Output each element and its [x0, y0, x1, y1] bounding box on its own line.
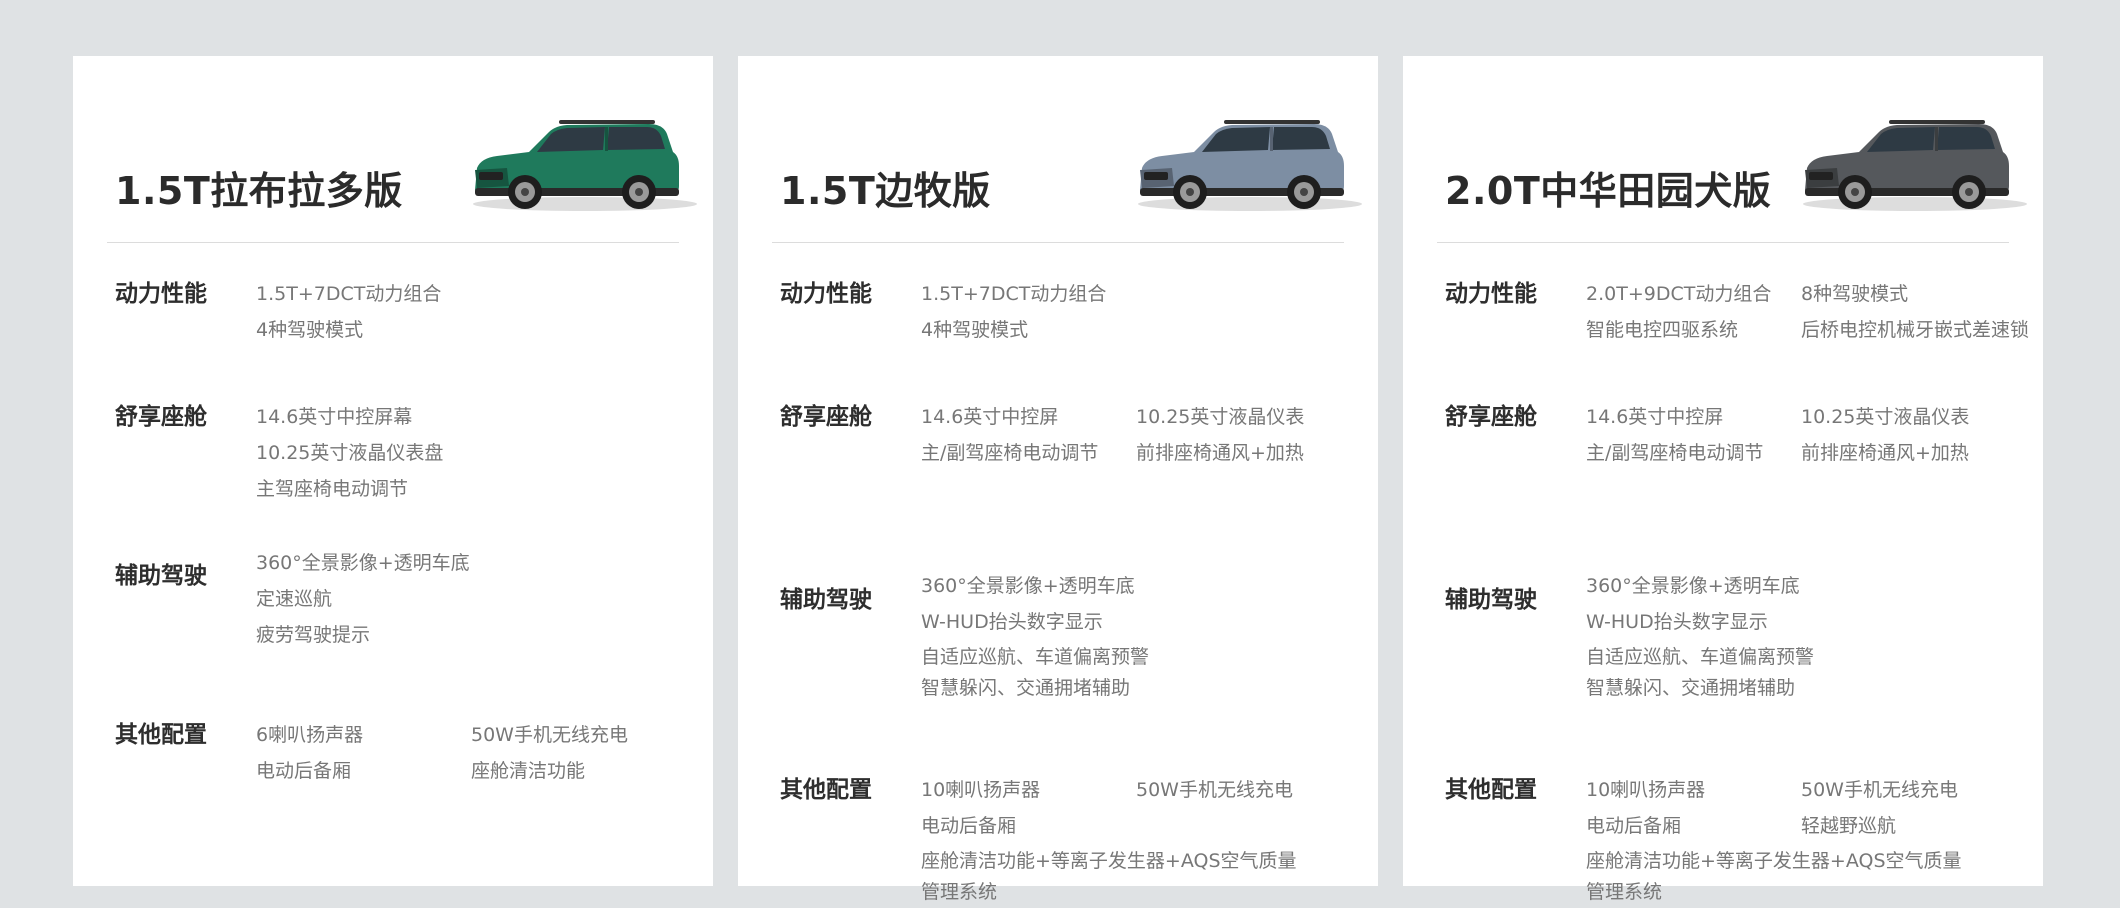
- feature-item: 1.5T+7DCT动力组合: [921, 283, 1107, 305]
- feature-item: 2.0T+9DCT动力组合: [1586, 283, 1772, 305]
- feature-item: 座舱清洁功能: [471, 760, 586, 782]
- feature-list: 360°全景影像+透明车底 定速巡航 疲劳驾驶提示: [256, 545, 716, 653]
- feature-item: 4种驾驶模式: [921, 319, 1029, 341]
- section-title: 动力性能: [780, 281, 872, 307]
- feature-item: 自适应巡航、车道偏离预警: [1586, 646, 1815, 668]
- car-image: [1803, 120, 2027, 211]
- feature-item: 前排座椅通风+加热: [1801, 442, 1969, 464]
- feature-list: 14.6英寸中控屏幕 10.25英寸液晶仪表盘 主驾座椅电动调节: [256, 399, 716, 507]
- section-title: 其他配置: [115, 722, 207, 748]
- feature-item: 360°全景影像+透明车底: [256, 552, 470, 574]
- trim-card-border-collie: 1.5T边牧版 动力性能 1.5T+7DCT动力组合 4种驾驶模式 舒享座舱 1…: [738, 56, 1381, 903]
- feature-item: 10.25英寸液晶仪表盘: [256, 442, 444, 464]
- section-title: 动力性能: [115, 281, 207, 307]
- feature-list: 14.6英寸中控屏 10.25英寸液晶仪表 主/副驾座椅电动调节 前排座椅通风+…: [1586, 399, 2046, 471]
- feature-list: 10喇叭扬声器 50W手机无线充电 电动后备厢 座舱清洁功能+等离子发生器+AQ…: [921, 772, 1381, 908]
- feature-item: 50W手机无线充电: [471, 724, 628, 746]
- feature-list: 14.6英寸中控屏 10.25英寸液晶仪表 主/副驾座椅电动调节 前排座椅通风+…: [921, 399, 1381, 471]
- feature-list: 1.5T+7DCT动力组合 4种驾驶模式: [256, 276, 716, 348]
- section-title: 其他配置: [1445, 777, 1537, 803]
- section-title: 舒享座舱: [780, 404, 872, 430]
- section-title: 辅助驾驶: [780, 587, 872, 613]
- feature-item: 前排座椅通风+加热: [1136, 442, 1304, 464]
- feature-item: 10喇叭扬声器: [921, 779, 1041, 801]
- feature-item: 电动后备厢: [1586, 815, 1682, 837]
- feature-item: [1136, 808, 1376, 844]
- feature-item: 智慧躲闪、交通拥堵辅助: [921, 677, 1131, 699]
- feature-item: W-HUD抬头数字显示: [1586, 611, 1768, 633]
- feature-item: 360°全景影像+透明车底: [1586, 575, 1800, 597]
- trim-title: 1.5T边牧版: [780, 169, 991, 213]
- feature-list: 10喇叭扬声器 50W手机无线充电 电动后备厢 轻越野巡航 座舱清洁功能+等离子…: [1586, 772, 2046, 908]
- trim-title: 2.0T中华田园犬版: [1445, 169, 1772, 213]
- section-title: 舒享座舱: [115, 404, 207, 430]
- trim-card-chinese-rural-dog: 2.0T中华田园犬版 动力性能 2.0T+9DCT动力组合 8种驾驶模式 智能电…: [1403, 56, 2046, 903]
- section-title: 辅助驾驶: [115, 563, 207, 589]
- feature-list: 6喇叭扬声器 50W手机无线充电 电动后备厢 座舱清洁功能: [256, 717, 716, 789]
- feature-item: 14.6英寸中控屏: [1586, 406, 1724, 428]
- feature-item: 定速巡航: [256, 588, 333, 610]
- feature-item: 10.25英寸液晶仪表: [1801, 406, 1970, 428]
- feature-item: 14.6英寸中控屏: [921, 406, 1059, 428]
- feature-item: 50W手机无线充电: [1801, 779, 1958, 801]
- feature-item: 轻越野巡航: [1801, 815, 1897, 837]
- divider: [1437, 242, 2009, 243]
- feature-item: W-HUD抬头数字显示: [921, 611, 1103, 633]
- feature-item: 10.25英寸液晶仪表: [1136, 406, 1305, 428]
- feature-list: 2.0T+9DCT动力组合 8种驾驶模式 智能电控四驱系统 后桥电控机械牙嵌式差…: [1586, 276, 2046, 348]
- feature-item: 14.6英寸中控屏幕: [256, 406, 413, 428]
- feature-item: 6喇叭扬声器: [256, 724, 364, 746]
- trim-title: 1.5T拉布拉多版: [115, 169, 403, 213]
- feature-item: 座舱清洁功能+等离子发生器+AQS空气质量管理系统: [921, 850, 1297, 903]
- feature-item: 10喇叭扬声器: [1586, 779, 1706, 801]
- feature-item: 主/副驾座椅电动调节: [921, 442, 1099, 464]
- feature-item: 智能电控四驱系统: [1586, 319, 1739, 341]
- feature-list: 360°全景影像+透明车底 W-HUD抬头数字显示 自适应巡航、车道偏离预警 智…: [1586, 568, 2046, 702]
- section-title: 舒享座舱: [1445, 404, 1537, 430]
- feature-item: 8种驾驶模式: [1801, 283, 1909, 305]
- section-title: 辅助驾驶: [1445, 587, 1537, 613]
- feature-list: 1.5T+7DCT动力组合 4种驾驶模式: [921, 276, 1381, 348]
- feature-item: 自适应巡航、车道偏离预警: [921, 646, 1150, 668]
- trim-card-labrador: 1.5T拉布拉多版 动力性能 1.5T+7DCT动力组合 4种驾驶模式 舒享座舱…: [73, 56, 713, 886]
- feature-item: 主驾座椅电动调节: [256, 478, 409, 500]
- divider: [107, 242, 679, 243]
- feature-item: 主/副驾座椅电动调节: [1586, 442, 1764, 464]
- feature-item: 电动后备厢: [921, 815, 1017, 837]
- feature-item: 智慧躲闪、交通拥堵辅助: [1586, 677, 1796, 699]
- car-image: [1138, 120, 1362, 211]
- divider: [772, 242, 1344, 243]
- feature-item: 4种驾驶模式: [256, 319, 364, 341]
- feature-item: 后桥电控机械牙嵌式差速锁: [1801, 319, 2030, 341]
- feature-item: 电动后备厢: [256, 760, 352, 782]
- car-image: [473, 120, 697, 211]
- feature-item: 疲劳驾驶提示: [256, 624, 371, 646]
- section-title: 动力性能: [1445, 281, 1537, 307]
- feature-list: 360°全景影像+透明车底 W-HUD抬头数字显示 自适应巡航、车道偏离预警 智…: [921, 568, 1381, 702]
- feature-item: 50W手机无线充电: [1136, 779, 1293, 801]
- feature-item: 座舱清洁功能+等离子发生器+AQS空气质量管理系统: [1586, 850, 1962, 903]
- section-title: 其他配置: [780, 777, 872, 803]
- feature-item: 360°全景影像+透明车底: [921, 575, 1135, 597]
- feature-item: 1.5T+7DCT动力组合: [256, 283, 442, 305]
